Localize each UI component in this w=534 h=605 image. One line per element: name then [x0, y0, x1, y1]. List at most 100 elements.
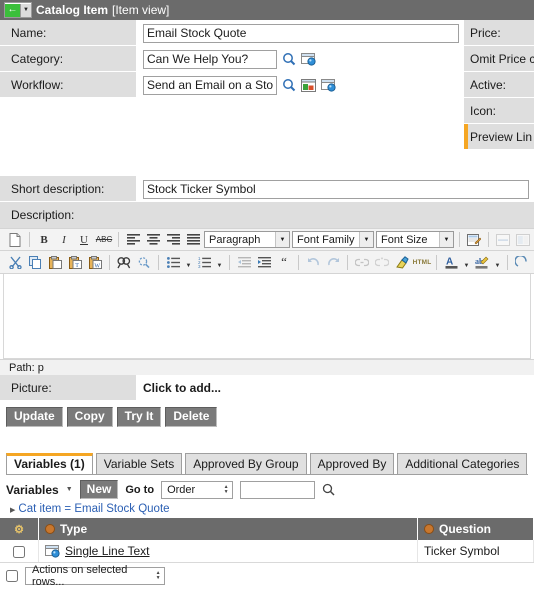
italic-button[interactable]: I [55, 231, 73, 249]
font-family-select[interactable]: Font Family ▼ [292, 231, 374, 248]
copy-button[interactable]: Copy [66, 407, 113, 427]
column-header-type[interactable]: Type [38, 518, 418, 540]
toolbar-separator [229, 254, 230, 270]
field-category-cell [136, 46, 460, 72]
triangle-right-icon[interactable]: ▶ [10, 507, 15, 514]
back-button[interactable]: ← ▼ [4, 2, 32, 18]
actions-on-selected-rows-select[interactable]: Actions on selected rows... ▲ ▼ [25, 564, 165, 588]
breadcrumb[interactable]: ▶ Cat item = Email Stock Quote [0, 503, 534, 518]
eraser-icon[interactable] [513, 253, 531, 271]
strikethrough-button[interactable]: ABC [95, 231, 113, 249]
gear-icon[interactable]: ⚙ [14, 524, 24, 536]
align-justify-icon[interactable] [184, 231, 202, 249]
short-description-input[interactable] [143, 179, 529, 199]
underline-button[interactable]: U [75, 231, 93, 249]
update-button[interactable]: Update [6, 407, 63, 427]
row-checkbox[interactable] [13, 545, 25, 558]
column-menu-dot-icon[interactable] [424, 524, 434, 534]
list-title[interactable]: Variables [6, 483, 59, 497]
magnifier-icon[interactable] [322, 483, 335, 496]
unlink-icon[interactable] [373, 253, 391, 271]
footer-select-all-checkbox[interactable] [6, 570, 18, 582]
chevron-down-icon[interactable]: ▼ [20, 3, 31, 17]
category-input[interactable] [143, 49, 277, 69]
align-left-icon[interactable] [124, 231, 142, 249]
column-menu-dot-icon[interactable] [45, 524, 55, 534]
toolbar-separator [436, 254, 437, 270]
numbered-list-icon[interactable]: 123 [195, 253, 213, 271]
label-workflow: Workflow: [0, 72, 136, 98]
spinner-arrows-icon[interactable]: ▲ ▼ [220, 482, 232, 498]
numbered-list-caret-icon[interactable]: ▼ [215, 251, 224, 273]
editor-path-label: Path: p [9, 361, 44, 374]
paragraph-format-select[interactable]: Paragraph ▼ [204, 231, 290, 248]
chevron-down-icon[interactable]: ▼ [439, 232, 453, 247]
scissors-icon[interactable] [6, 253, 24, 271]
bold-button[interactable]: B [35, 231, 53, 249]
insert-image-icon[interactable] [301, 78, 316, 92]
blockquote-icon[interactable]: “ [275, 253, 293, 271]
column-header-question[interactable]: Question [417, 518, 534, 540]
tab-variable-sets[interactable]: Variable Sets [95, 453, 183, 474]
row-type-link[interactable]: Single Line Text [65, 544, 150, 558]
find-replace-icon[interactable] [135, 253, 153, 271]
chevron-down-icon[interactable]: ▼ [275, 232, 289, 247]
tab-approved-by-group[interactable]: Approved By Group [185, 453, 307, 474]
new-document-icon[interactable] [6, 231, 24, 249]
tab-variables[interactable]: Variables (1) [6, 453, 93, 474]
tab-approved-by[interactable]: Approved By [309, 453, 395, 474]
reference-record-icon[interactable] [45, 544, 60, 558]
field-picture-cell[interactable]: Click to add... [136, 375, 534, 401]
find-icon[interactable] [115, 253, 133, 271]
try-it-button[interactable]: Try It [116, 407, 162, 427]
row-select-cell[interactable] [0, 540, 39, 563]
link-icon[interactable] [353, 253, 371, 271]
list-search-input[interactable] [240, 480, 316, 499]
text-color-icon[interactable]: A [442, 253, 460, 271]
breadcrumb-filter-link[interactable]: Cat item = Email Stock Quote [18, 503, 169, 515]
highlight-caret-icon[interactable]: ▼ [493, 251, 502, 273]
undo-icon[interactable] [304, 253, 322, 271]
chevron-down-icon[interactable]: ▼ [359, 232, 373, 247]
field-workflow-cell [136, 72, 460, 98]
highlight-icon[interactable]: ab [473, 253, 491, 271]
workflow-input[interactable] [143, 75, 277, 95]
magnifier-icon[interactable] [282, 78, 296, 92]
text-color-caret-icon[interactable]: ▼ [462, 251, 471, 273]
new-button[interactable]: New [79, 480, 119, 499]
goto-field-select[interactable]: Order ▲ ▼ [161, 480, 234, 499]
redo-icon[interactable] [324, 253, 342, 271]
copy-icon[interactable] [26, 253, 44, 271]
tab-additional-categories[interactable]: Additional Categories [397, 453, 528, 474]
html-source-button[interactable]: HTML [413, 253, 432, 271]
paste-from-word-icon[interactable]: W [86, 253, 104, 271]
horizontal-rule-icon[interactable] [494, 231, 512, 249]
form-gap [0, 150, 534, 176]
bulleted-list-caret-icon[interactable]: ▼ [184, 251, 193, 273]
column-header-select-all[interactable]: ⚙ [0, 518, 39, 540]
align-right-icon[interactable] [164, 231, 182, 249]
actions-select-value: Actions on selected rows... [32, 564, 128, 588]
paste-as-text-icon[interactable]: T [66, 253, 84, 271]
picture-click-to-add[interactable]: Click to add... [143, 381, 221, 395]
bulleted-list-icon[interactable] [164, 253, 182, 271]
name-input[interactable] [143, 23, 459, 43]
spinner-arrows-icon[interactable]: ▲ ▼ [152, 568, 164, 584]
font-size-select[interactable]: Font Size ▼ [376, 231, 454, 248]
green-back-arrow-icon[interactable]: ← [5, 3, 20, 17]
reference-record-icon[interactable] [321, 78, 336, 92]
reference-record-icon[interactable] [301, 52, 316, 66]
description-content-area[interactable] [3, 274, 531, 359]
clear-formatting-icon[interactable] [393, 253, 411, 271]
delete-button[interactable]: Delete [165, 407, 218, 427]
magnifier-icon[interactable] [282, 52, 296, 66]
edit-template-icon[interactable] [465, 231, 483, 249]
label-short-description: Short description: [0, 176, 136, 202]
indent-icon[interactable] [255, 253, 273, 271]
variables-list-header: Variables ▼ New Go to Order ▲ ▼ [0, 475, 534, 503]
outdent-icon[interactable] [235, 253, 253, 271]
align-center-icon[interactable] [144, 231, 162, 249]
paste-icon[interactable] [46, 253, 64, 271]
insert-image-icon[interactable] [514, 231, 532, 249]
chevron-down-icon[interactable]: ▼ [66, 486, 73, 493]
